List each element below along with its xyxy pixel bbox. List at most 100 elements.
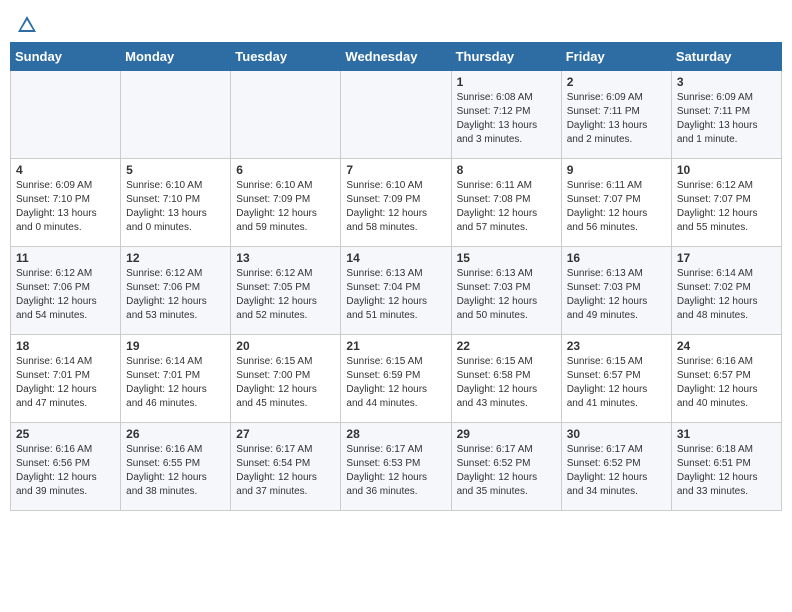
day-info: Sunrise: 6:12 AMSunset: 7:07 PMDaylight:… bbox=[677, 179, 776, 235]
day-number: 23 bbox=[567, 339, 666, 353]
day-number: 10 bbox=[677, 163, 776, 177]
calendar-cell: 28 Sunrise: 6:17 AMSunset: 6:53 PMDayligh… bbox=[341, 423, 451, 511]
day-info: Sunrise: 6:17 AMSunset: 6:53 PMDaylight:… bbox=[346, 443, 445, 499]
day-info: Sunrise: 6:08 AMSunset: 7:12 PMDaylight:… bbox=[457, 91, 556, 147]
calendar-cell: 5 Sunrise: 6:10 AMSunset: 7:10 PMDaylight… bbox=[121, 159, 231, 247]
day-info: Sunrise: 6:17 AMSunset: 6:52 PMDaylight:… bbox=[567, 443, 666, 499]
calendar-cell: 2 Sunrise: 6:09 AMSunset: 7:11 PMDaylight… bbox=[561, 71, 671, 159]
calendar-cell: 24 Sunrise: 6:16 AMSunset: 6:57 PMDayligh… bbox=[671, 335, 781, 423]
day-info: Sunrise: 6:16 AMSunset: 6:56 PMDaylight:… bbox=[16, 443, 115, 499]
day-info: Sunrise: 6:11 AMSunset: 7:08 PMDaylight:… bbox=[457, 179, 556, 235]
week-row-3: 11 Sunrise: 6:12 AMSunset: 7:06 PMDayligh… bbox=[11, 247, 782, 335]
calendar-cell: 25 Sunrise: 6:16 AMSunset: 6:56 PMDayligh… bbox=[11, 423, 121, 511]
day-number: 26 bbox=[126, 427, 225, 441]
calendar-cell: 26 Sunrise: 6:16 AMSunset: 6:55 PMDayligh… bbox=[121, 423, 231, 511]
calendar-cell: 29Sunrise: 6:17 AMSunset: 6:52 PMDayligh… bbox=[451, 423, 561, 511]
day-number: 19 bbox=[126, 339, 225, 353]
day-info: Sunrise: 6:17 AMSunset: 6:54 PMDaylight:… bbox=[236, 443, 335, 499]
day-info: Sunrise: 6:10 AMSunset: 7:09 PMDaylight:… bbox=[236, 179, 335, 235]
day-info: Sunrise: 6:11 AMSunset: 7:07 PMDaylight:… bbox=[567, 179, 666, 235]
week-row-1: 1Sunrise: 6:08 AMSunset: 7:12 PMDaylight… bbox=[11, 71, 782, 159]
calendar-cell: 16 Sunrise: 6:13 AMSunset: 7:03 PMDayligh… bbox=[561, 247, 671, 335]
day-info: Sunrise: 6:13 AMSunset: 7:03 PMDaylight:… bbox=[567, 267, 666, 323]
day-number: 31 bbox=[677, 427, 776, 441]
day-number: 12 bbox=[126, 251, 225, 265]
weekday-header-friday: Friday bbox=[561, 43, 671, 71]
page-header bbox=[10, 10, 782, 36]
calendar-cell: 1Sunrise: 6:08 AMSunset: 7:12 PMDaylight… bbox=[451, 71, 561, 159]
day-number: 27 bbox=[236, 427, 335, 441]
calendar-cell: 4Sunrise: 6:09 AMSunset: 7:10 PMDaylight… bbox=[11, 159, 121, 247]
calendar-cell: 6 Sunrise: 6:10 AMSunset: 7:09 PMDaylight… bbox=[231, 159, 341, 247]
day-number: 11 bbox=[16, 251, 115, 265]
calendar-cell: 13 Sunrise: 6:12 AMSunset: 7:05 PMDayligh… bbox=[231, 247, 341, 335]
day-number: 18 bbox=[16, 339, 115, 353]
calendar-cell: 15Sunrise: 6:13 AMSunset: 7:03 PMDayligh… bbox=[451, 247, 561, 335]
calendar-cell: 17Sunrise: 6:14 AMSunset: 7:02 PMDayligh… bbox=[671, 247, 781, 335]
day-info: Sunrise: 6:15 AMSunset: 6:59 PMDaylight:… bbox=[346, 355, 445, 411]
day-number: 21 bbox=[346, 339, 445, 353]
logo bbox=[14, 14, 38, 36]
day-info: Sunrise: 6:15 AMSunset: 6:57 PMDaylight:… bbox=[567, 355, 666, 411]
day-number: 13 bbox=[236, 251, 335, 265]
calendar-cell: 10 Sunrise: 6:12 AMSunset: 7:07 PMDayligh… bbox=[671, 159, 781, 247]
weekday-header-wednesday: Wednesday bbox=[341, 43, 451, 71]
calendar-cell: 7 Sunrise: 6:10 AMSunset: 7:09 PMDaylight… bbox=[341, 159, 451, 247]
day-number: 29 bbox=[457, 427, 556, 441]
day-info: Sunrise: 6:14 AMSunset: 7:01 PMDaylight:… bbox=[16, 355, 115, 411]
logo-icon bbox=[16, 14, 38, 36]
day-number: 14 bbox=[346, 251, 445, 265]
week-row-5: 25 Sunrise: 6:16 AMSunset: 6:56 PMDayligh… bbox=[11, 423, 782, 511]
calendar-cell bbox=[11, 71, 121, 159]
calendar-cell: 23 Sunrise: 6:15 AMSunset: 6:57 PMDayligh… bbox=[561, 335, 671, 423]
day-info: Sunrise: 6:14 AMSunset: 7:01 PMDaylight:… bbox=[126, 355, 225, 411]
calendar-cell: 8Sunrise: 6:11 AMSunset: 7:08 PMDaylight… bbox=[451, 159, 561, 247]
day-info: Sunrise: 6:15 AMSunset: 7:00 PMDaylight:… bbox=[236, 355, 335, 411]
day-number: 22 bbox=[457, 339, 556, 353]
day-info: Sunrise: 6:16 AMSunset: 6:57 PMDaylight:… bbox=[677, 355, 776, 411]
day-info: Sunrise: 6:09 AMSunset: 7:11 PMDaylight:… bbox=[567, 91, 666, 147]
day-info: Sunrise: 6:10 AMSunset: 7:10 PMDaylight:… bbox=[126, 179, 225, 235]
calendar-cell: 22 Sunrise: 6:15 AMSunset: 6:58 PMDayligh… bbox=[451, 335, 561, 423]
day-number: 3 bbox=[677, 75, 776, 89]
calendar-cell: 19 Sunrise: 6:14 AMSunset: 7:01 PMDayligh… bbox=[121, 335, 231, 423]
weekday-header-monday: Monday bbox=[121, 43, 231, 71]
day-number: 5 bbox=[126, 163, 225, 177]
day-info: Sunrise: 6:12 AMSunset: 7:05 PMDaylight:… bbox=[236, 267, 335, 323]
day-info: Sunrise: 6:14 AMSunset: 7:02 PMDaylight:… bbox=[677, 267, 776, 323]
day-number: 16 bbox=[567, 251, 666, 265]
day-number: 24 bbox=[677, 339, 776, 353]
week-row-4: 18 Sunrise: 6:14 AMSunset: 7:01 PMDayligh… bbox=[11, 335, 782, 423]
day-info: Sunrise: 6:10 AMSunset: 7:09 PMDaylight:… bbox=[346, 179, 445, 235]
day-info: Sunrise: 6:16 AMSunset: 6:55 PMDaylight:… bbox=[126, 443, 225, 499]
calendar-cell: 3 Sunrise: 6:09 AMSunset: 7:11 PMDaylight… bbox=[671, 71, 781, 159]
weekday-header-thursday: Thursday bbox=[451, 43, 561, 71]
calendar-cell bbox=[231, 71, 341, 159]
day-number: 30 bbox=[567, 427, 666, 441]
day-number: 28 bbox=[346, 427, 445, 441]
day-info: Sunrise: 6:15 AMSunset: 6:58 PMDaylight:… bbox=[457, 355, 556, 411]
week-row-2: 4Sunrise: 6:09 AMSunset: 7:10 PMDaylight… bbox=[11, 159, 782, 247]
calendar-cell: 30 Sunrise: 6:17 AMSunset: 6:52 PMDayligh… bbox=[561, 423, 671, 511]
calendar-cell: 20Sunrise: 6:15 AMSunset: 7:00 PMDayligh… bbox=[231, 335, 341, 423]
day-number: 6 bbox=[236, 163, 335, 177]
calendar-cell: 27 Sunrise: 6:17 AMSunset: 6:54 PMDayligh… bbox=[231, 423, 341, 511]
weekday-header-sunday: Sunday bbox=[11, 43, 121, 71]
day-number: 25 bbox=[16, 427, 115, 441]
calendar-cell bbox=[341, 71, 451, 159]
calendar-cell: 31Sunrise: 6:18 AMSunset: 6:51 PMDayligh… bbox=[671, 423, 781, 511]
day-number: 2 bbox=[567, 75, 666, 89]
day-number: 15 bbox=[457, 251, 556, 265]
day-number: 4 bbox=[16, 163, 115, 177]
day-info: Sunrise: 6:09 AMSunset: 7:11 PMDaylight:… bbox=[677, 91, 776, 147]
day-info: Sunrise: 6:13 AMSunset: 7:04 PMDaylight:… bbox=[346, 267, 445, 323]
calendar-cell: 11 Sunrise: 6:12 AMSunset: 7:06 PMDayligh… bbox=[11, 247, 121, 335]
calendar-cell bbox=[121, 71, 231, 159]
calendar-table: SundayMondayTuesdayWednesdayThursdayFrid… bbox=[10, 42, 782, 511]
day-info: Sunrise: 6:12 AMSunset: 7:06 PMDaylight:… bbox=[16, 267, 115, 323]
weekday-header-row: SundayMondayTuesdayWednesdayThursdayFrid… bbox=[11, 43, 782, 71]
calendar-cell: 9Sunrise: 6:11 AMSunset: 7:07 PMDaylight… bbox=[561, 159, 671, 247]
day-number: 7 bbox=[346, 163, 445, 177]
calendar-cell: 18 Sunrise: 6:14 AMSunset: 7:01 PMDayligh… bbox=[11, 335, 121, 423]
calendar-cell: 14 Sunrise: 6:13 AMSunset: 7:04 PMDayligh… bbox=[341, 247, 451, 335]
